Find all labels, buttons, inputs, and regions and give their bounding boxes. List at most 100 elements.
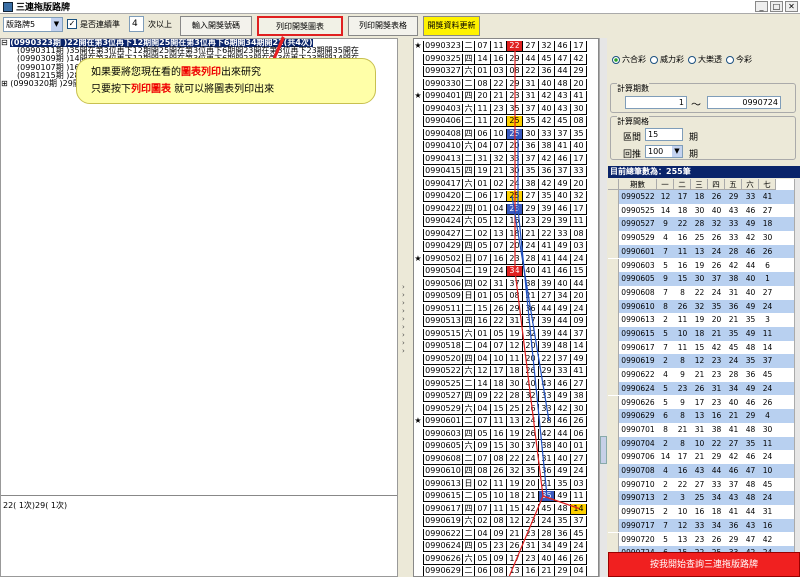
- table-row[interactable]: 0990610 8 26 32 35 36 49 24: [608, 299, 794, 314]
- interval-input[interactable]: 15: [645, 128, 683, 141]
- row-header[interactable]: [608, 532, 619, 547]
- table-row[interactable]: 0990701 8 21 31 38 41 48 30: [608, 422, 794, 437]
- row-header[interactable]: [608, 477, 619, 492]
- table-row[interactable]: 0990706 14 17 21 29 42 46 24: [608, 450, 794, 464]
- count-input[interactable]: 4: [129, 16, 144, 32]
- radio-icon[interactable]: [650, 55, 658, 64]
- minimize-icon[interactable]: _: [755, 1, 768, 12]
- summary-text: 22( 1次)29( 1次): [1, 495, 397, 577]
- continuous-checkbox-label: 是否連續準: [80, 20, 120, 29]
- row-header[interactable]: [608, 244, 619, 259]
- row-header[interactable]: [608, 299, 619, 314]
- table-scrollbar[interactable]: [794, 179, 800, 561]
- table-col-header[interactable]: 二: [674, 179, 691, 190]
- row-header[interactable]: [608, 203, 619, 218]
- range-from-input[interactable]: 1: [625, 96, 687, 109]
- chart-scroll-thumb[interactable]: [600, 436, 607, 464]
- row-header[interactable]: [608, 190, 619, 204]
- table-row[interactable]: 0990613 2 11 19 20 21 35 3: [608, 313, 794, 327]
- table-row[interactable]: 0990715 2 10 16 18 41 44 31: [608, 505, 794, 519]
- chart-scrollbar[interactable]: [599, 38, 607, 577]
- tree-expander-icon[interactable]: ⊟: [1, 39, 10, 47]
- table-col-header[interactable]: 五: [725, 179, 742, 190]
- table-row[interactable]: 0990622 4 9 21 23 28 36 45: [608, 368, 794, 382]
- continuous-checkbox[interactable]: ✓: [67, 19, 77, 29]
- table-cell: 30: [762, 424, 773, 434]
- row-header[interactable]: [608, 395, 619, 410]
- row-header[interactable]: [608, 327, 619, 341]
- radio-option[interactable]: 六合彩: [612, 54, 646, 65]
- table-col-header[interactable]: 一: [657, 179, 674, 190]
- table-row[interactable]: 0990608 7 8 22 24 31 40 27: [608, 285, 794, 300]
- table-row[interactable]: 0990629 6 8 13 16 21 29 4: [608, 409, 794, 423]
- row-header[interactable]: [608, 285, 619, 300]
- row-header[interactable]: [608, 518, 619, 533]
- row-header[interactable]: [608, 422, 619, 437]
- radio-option[interactable]: 大樂透: [688, 54, 722, 65]
- table-row[interactable]: 0990624 5 23 26 31 34 49 24: [608, 381, 794, 396]
- pane-splitter[interactable]: › › › › › › › › ›: [398, 38, 412, 577]
- table-row[interactable]: 0990617 7 11 15 42 45 48 14: [608, 340, 794, 355]
- table-col-header[interactable]: 三: [691, 179, 708, 190]
- table-row[interactable]: 0990605 9 15 30 37 38 40 1: [608, 272, 794, 286]
- row-header[interactable]: [608, 340, 619, 355]
- table-col-header[interactable]: 四: [708, 179, 725, 190]
- update-data-button[interactable]: 開獎資料更新: [423, 16, 480, 36]
- radio-icon[interactable]: [688, 55, 696, 64]
- row-header[interactable]: [608, 258, 619, 273]
- start-query-button[interactable]: 按我開始查詢三連拖版路牌: [608, 552, 800, 577]
- table-row[interactable]: 0990601 7 11 13 24 28 46 26: [608, 244, 794, 259]
- tree-expander-icon[interactable]: ⊞: [1, 79, 10, 88]
- row-header[interactable]: [608, 464, 619, 478]
- radio-option[interactable]: 今彩: [726, 54, 752, 65]
- table-row[interactable]: 0990603 5 16 19 26 42 44 6: [608, 258, 794, 273]
- chevron-down-icon[interactable]: ▼: [672, 146, 682, 157]
- radio-icon[interactable]: [726, 55, 734, 64]
- board-select[interactable]: 版路牌5 ▼: [3, 17, 63, 32]
- row-header[interactable]: [608, 409, 619, 423]
- radio-icon[interactable]: [612, 55, 620, 64]
- table-row[interactable]: 0990704 2 8 10 22 27 35 11: [608, 436, 794, 451]
- table-row[interactable]: 0990626 5 9 17 23 40 46 26: [608, 395, 794, 410]
- row-header[interactable]: [608, 231, 619, 245]
- back-select[interactable]: 100 ▼: [645, 145, 683, 158]
- row-header[interactable]: [608, 491, 619, 506]
- row-header[interactable]: [608, 368, 619, 382]
- table-row[interactable]: 0990529 4 16 25 26 33 42 30: [608, 231, 794, 245]
- range-to-input[interactable]: 0990724: [707, 96, 781, 109]
- row-header[interactable]: [608, 436, 619, 451]
- table-row[interactable]: 0990708 4 16 43 44 46 47 10: [608, 464, 794, 478]
- table-col-header[interactable]: 期數: [619, 179, 657, 190]
- table-cell: 13: [694, 246, 705, 256]
- close-icon[interactable]: ✕: [785, 1, 798, 12]
- table-row[interactable]: 0990527 9 22 28 32 33 49 18: [608, 217, 794, 232]
- table-cell: 26: [711, 534, 722, 544]
- table-row[interactable]: 0990720 5 13 23 26 29 47 42: [608, 532, 794, 547]
- table-row[interactable]: 0990525 14 18 30 40 43 46 27: [608, 203, 794, 218]
- table-cell: 12: [694, 356, 705, 366]
- table-row[interactable]: 0990619 2 8 12 23 24 35 37: [608, 354, 794, 369]
- row-header[interactable]: [608, 450, 619, 464]
- row-header[interactable]: [608, 272, 619, 286]
- table-row[interactable]: 0990717 7 12 33 34 36 43 16: [608, 518, 794, 533]
- trend-line: [514, 270, 544, 497]
- maximize-icon[interactable]: □: [770, 1, 783, 12]
- print-chart-button[interactable]: 列印開獎圖表: [257, 16, 343, 36]
- table-col-header[interactable]: 七: [759, 179, 776, 190]
- row-header[interactable]: [608, 313, 619, 327]
- table-col-header[interactable]: 六: [742, 179, 759, 190]
- chevron-down-icon[interactable]: ▼: [51, 18, 62, 31]
- row-header[interactable]: [608, 505, 619, 519]
- row-header[interactable]: [608, 217, 619, 232]
- table-row[interactable]: 0990522 12 17 18 26 29 33 41: [608, 190, 794, 204]
- table-row[interactable]: 0990713 2 3 25 34 43 48 24: [608, 491, 794, 506]
- print-table-button[interactable]: 列印開獎表格: [348, 16, 418, 36]
- row-header[interactable]: [608, 354, 619, 369]
- radio-option[interactable]: 威力彩: [650, 54, 684, 65]
- table-cell: 21: [694, 452, 705, 462]
- input-numbers-button[interactable]: 輸入開獎號碼: [180, 16, 252, 36]
- table-cell: 0990713: [621, 493, 655, 503]
- table-row[interactable]: 0990615 5 10 18 21 35 49 11: [608, 327, 794, 341]
- row-header[interactable]: [608, 381, 619, 396]
- table-row[interactable]: 0990710 2 22 27 33 37 48 45: [608, 477, 794, 492]
